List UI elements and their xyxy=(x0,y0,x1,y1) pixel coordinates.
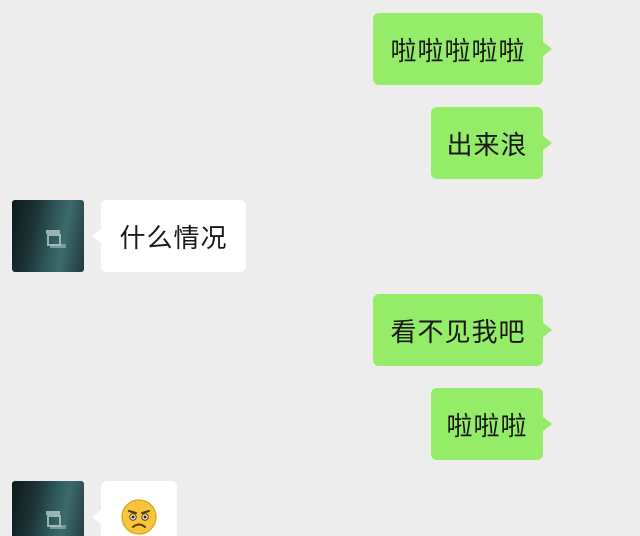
message-text: 啦啦啦 xyxy=(446,411,528,442)
incoming-message-bubble[interactable]: 什么情况 xyxy=(92,200,246,272)
outgoing-message-bubble[interactable]: 啦啦啦 xyxy=(431,388,552,460)
message-text: 看不见我吧 xyxy=(390,317,526,348)
outgoing-message-bubble[interactable]: 啦啦啦啦啦 xyxy=(373,13,552,85)
message-text: 出来浪 xyxy=(446,130,528,161)
incoming-message-bubble[interactable] xyxy=(92,481,177,536)
contact-avatar[interactable] xyxy=(12,481,84,536)
chat-message-list[interactable]: 啦啦啦啦啦 出来浪 什么情况 看不见我吧 啦啦啦 xyxy=(0,0,640,536)
outgoing-message-bubble[interactable]: 看不见我吧 xyxy=(373,294,552,366)
outgoing-message-bubble[interactable]: 出来浪 xyxy=(431,107,552,179)
contact-avatar[interactable] xyxy=(12,200,84,272)
message-text: 啦啦啦啦啦 xyxy=(390,36,526,67)
frowning-face-emoji-icon xyxy=(121,499,157,535)
avatar-image xyxy=(46,230,66,248)
avatar-image xyxy=(46,511,66,529)
message-text: 什么情况 xyxy=(119,223,228,254)
